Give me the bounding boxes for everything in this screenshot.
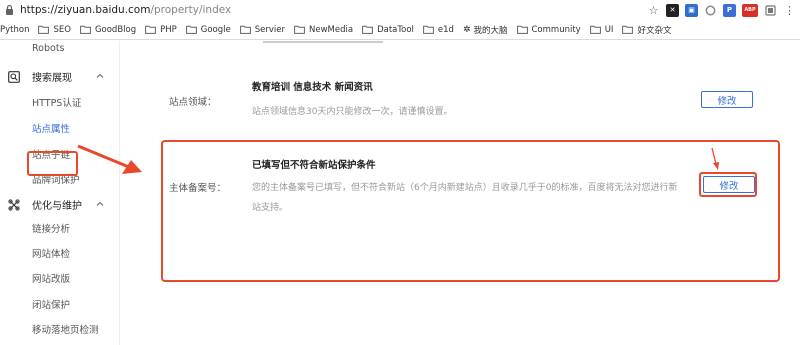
sidebar-group-optimize[interactable]: 优化与维护: [8, 197, 82, 212]
extension-icon-circle[interactable]: [704, 4, 717, 17]
folder-icon: [422, 25, 434, 34]
domain-edit-button[interactable]: 修改: [701, 91, 753, 108]
folder-icon: [239, 25, 251, 34]
icp-status: 已填写但不符合新站保护条件: [252, 160, 376, 171]
bookmark-label: 好文杂文: [637, 25, 672, 36]
bookmark-label: Python: [0, 24, 30, 35]
folder-icon: [38, 25, 50, 34]
sidebar: Robots 搜索展现 HTTPS认证 站点属性 站点子链 品牌词保护 优化与维…: [0, 41, 120, 345]
bookmark-label: Servier: [254, 24, 285, 35]
bookmark-label: NewMedia: [309, 24, 354, 35]
folder-icon: [622, 25, 634, 34]
address-bar[interactable]: https://ziyuan.baidu.com/property/index …: [0, 0, 800, 20]
extension-icon-square[interactable]: [764, 4, 777, 17]
bookmark-label: GoodBlog: [94, 24, 137, 35]
sidebar-item-link-analysis[interactable]: 链接分析: [32, 221, 70, 235]
bookmark-label: Google: [200, 24, 231, 35]
sidebar-item-https[interactable]: HTTPS认证: [32, 95, 81, 109]
star-icon[interactable]: ☆: [647, 4, 660, 17]
bookmark-item[interactable]: DataTool: [362, 25, 414, 35]
bookmarks-bar: Python SEO GoodBlog PHP Google Servier NewMedi…: [0, 20, 800, 40]
bookmark-label: 我的大脑: [473, 25, 508, 36]
bookmark-item[interactable]: 好文杂文: [622, 24, 671, 36]
sidebar-item-robots[interactable]: Robots: [32, 43, 65, 54]
brain-icon: ✲: [462, 24, 471, 35]
sidebar-item-site-property[interactable]: 站点属性: [32, 121, 70, 135]
folder-icon: [80, 25, 91, 34]
icp-label: 主体备案号：: [169, 183, 227, 194]
folder-icon: [589, 25, 601, 34]
bookmark-item[interactable]: Community: [516, 24, 581, 35]
toolbar-icons: ☆ ✕ ▣ P ABP ⋮: [647, 2, 796, 18]
sidebar-group-search-label: 搜索展现: [32, 73, 72, 84]
domain-description: 站点领域信息30天内只能修改一次，请谨慎设置。: [252, 107, 453, 117]
chevron-up-icon[interactable]: [96, 72, 104, 80]
bookmark-item[interactable]: e1d: [422, 24, 454, 35]
bookmark-item[interactable]: UI: [589, 24, 614, 35]
bookmark-item[interactable]: Servier: [239, 24, 285, 35]
sidebar-item-site-check[interactable]: 网站体检: [32, 246, 70, 260]
bookmark-label: DataTool: [377, 24, 414, 35]
bookmark-label: e1d: [437, 24, 454, 35]
extension-icon-translate[interactable]: ▣: [685, 3, 698, 17]
extension-icon-x[interactable]: ✕: [666, 3, 679, 17]
folder-icon: [145, 25, 157, 34]
icp-description: 您的主体备案号已填写，但不符合新站（6个月内新建站点）且收录几乎于0的标准，百度…: [252, 183, 678, 213]
bookmark-item[interactable]: Google: [185, 24, 231, 35]
url-path: /property/index: [150, 4, 232, 16]
bookmark-item[interactable]: SEO: [38, 24, 71, 35]
screenshot-root: https://ziyuan.baidu.com/property/index …: [0, 0, 800, 345]
folder-icon: [362, 25, 373, 34]
sidebar-group-search[interactable]: 搜索展现: [8, 69, 72, 84]
sidebar-item-mobile-landing[interactable]: 移动落地页检测: [32, 322, 99, 336]
extension-icon-p[interactable]: P: [723, 3, 736, 17]
optimize-icon: [8, 198, 20, 211]
folder-icon: [185, 25, 197, 34]
url-text[interactable]: https://ziyuan.baidu.com/property/index: [20, 3, 231, 17]
bookmark-item[interactable]: GoodBlog: [80, 25, 136, 35]
main-content: 站点领域： 教育培训 信息技术 新闻资讯 站点领域信息30天内只能修改一次，请谨…: [121, 41, 800, 345]
lock-icon: [6, 4, 13, 15]
bookmark-label: Community: [531, 24, 581, 35]
url-host: https://ziyuan.baidu.com: [20, 4, 151, 16]
domain-label: 站点领域：: [169, 97, 217, 108]
bookmark-item[interactable]: PHP: [145, 25, 177, 35]
bookmark-label: PHP: [160, 24, 177, 35]
chevron-up-icon[interactable]: [96, 200, 104, 208]
search-display-icon: [8, 70, 20, 83]
sidebar-highlight-box: [27, 151, 78, 176]
bookmark-item[interactable]: ✲ 我的大脑: [463, 24, 508, 36]
folder-icon: [516, 25, 528, 34]
domain-value: 教育培训 信息技术 新闻资讯: [252, 82, 373, 93]
sidebar-group-optimize-label: 优化与维护: [32, 201, 82, 212]
sidebar-item-close-protect[interactable]: 闭站保护: [32, 297, 70, 311]
menu-dots-icon[interactable]: ⋮: [783, 4, 796, 17]
bookmark-label: UI: [604, 24, 614, 35]
sidebar-item-site-revise[interactable]: 网站改版: [32, 271, 70, 285]
bookmark-label: SEO: [53, 24, 71, 35]
bookmark-item[interactable]: NewMedia: [294, 25, 353, 35]
icp-button-highlight: [699, 172, 757, 197]
folder-icon: [294, 25, 305, 34]
bookmark-item[interactable]: Python: [0, 25, 29, 35]
divider: [263, 41, 383, 43]
adblock-icon[interactable]: ABP: [742, 3, 758, 17]
